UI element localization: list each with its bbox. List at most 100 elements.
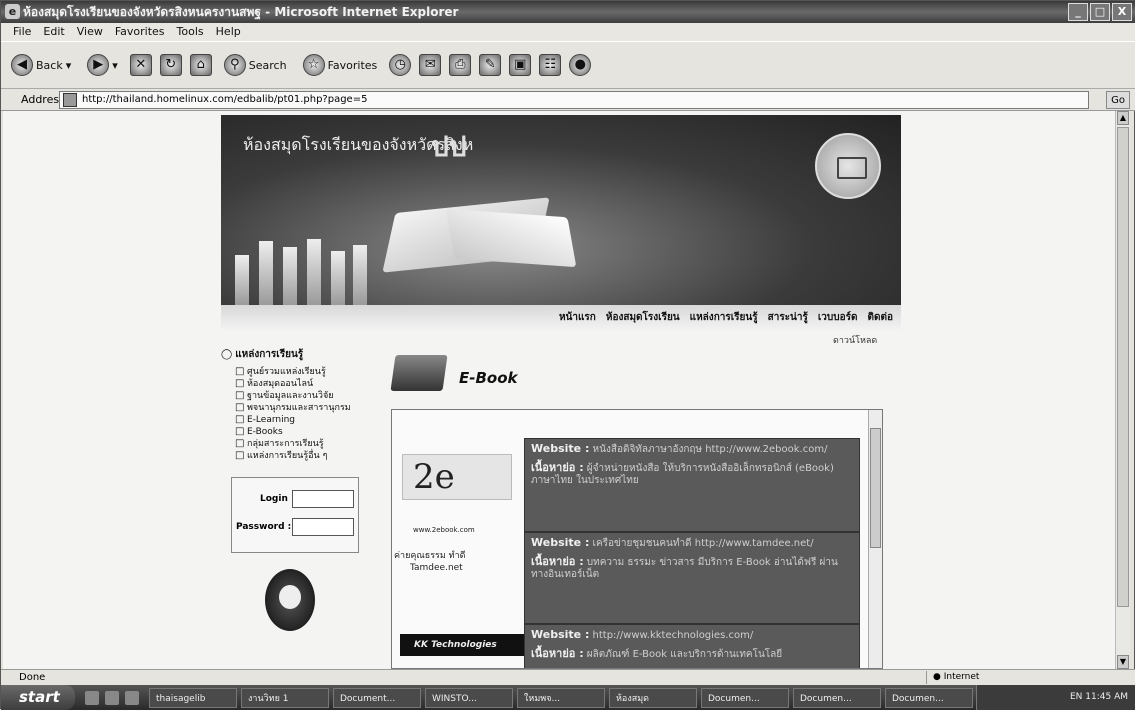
search-label: Search xyxy=(248,58,287,72)
website-label: Website : xyxy=(531,442,590,455)
globe-icon: ◯ xyxy=(221,349,233,360)
scroll-up-icon[interactable]: ▲ xyxy=(1117,111,1129,125)
print-icon[interactable]: ⎙ xyxy=(449,54,472,76)
back-dropdown-icon[interactable]: ▾ xyxy=(66,59,72,72)
page-scroll-thumb[interactable] xyxy=(1117,127,1129,607)
sidebar-item[interactable]: ศูนย์รวมแหล่งเรียนรู้ xyxy=(221,366,371,378)
sidebar-heading: ◯ แหล่งการเรียนรู้ xyxy=(221,347,371,362)
nav-contact[interactable]: ติดต่อ xyxy=(868,305,894,331)
menu-view[interactable]: View xyxy=(77,23,103,41)
tamdee-logo[interactable]: ค่ายคุณธรรม ทำดี Tamdee.net xyxy=(394,550,466,574)
quick-launch-media-icon[interactable] xyxy=(125,690,139,705)
menu-help[interactable]: Help xyxy=(216,23,241,41)
quick-launch-ie-icon[interactable] xyxy=(85,690,99,705)
task-button[interactable]: ใหมพจ... xyxy=(517,687,605,708)
go-button[interactable]: Go xyxy=(1106,91,1130,109)
globe-zone-icon: ● xyxy=(933,672,944,682)
mail-icon[interactable]: ✉ xyxy=(419,54,442,76)
site-banner: ห้องสมุดโรงเรียนของจังหวัดรสิงห ปป xyxy=(221,115,901,305)
nav-knowledge[interactable]: สาระน่ารู้ xyxy=(768,305,808,331)
menu-bar: File Edit View Favorites Tools Help xyxy=(1,23,1135,41)
sidebar-item[interactable]: E-Learning xyxy=(221,414,371,426)
content-label: เนื้อหาย่อ : xyxy=(531,461,584,474)
home-icon[interactable]: ⌂ xyxy=(189,54,212,76)
nav-sub-link[interactable]: ดาวน์โหลด xyxy=(833,333,877,347)
pillars-graphic xyxy=(235,235,367,305)
maximize-button[interactable]: □ xyxy=(1090,3,1110,21)
tamdee-line-2: Tamdee.net xyxy=(410,563,463,573)
history-icon[interactable]: ◷ xyxy=(389,54,412,76)
page-scrollbar[interactable]: ▲ ▼ xyxy=(1115,111,1130,669)
scroll-down-icon[interactable]: ▼ xyxy=(1117,655,1129,669)
system-tray[interactable]: EN 11:45 AM xyxy=(976,685,1135,710)
research-icon[interactable]: ☷ xyxy=(539,54,562,76)
title-bar[interactable]: e ห้องสมุดโรงเรียนของจังหวัดรสิงหนครงานส… xyxy=(1,1,1135,23)
task-button[interactable]: Documen... xyxy=(885,687,973,708)
nav-home[interactable]: หน้าแรก xyxy=(559,305,596,331)
kk-logo[interactable]: KK Technologies xyxy=(400,634,526,656)
forward-button[interactable]: ▶ ▾ xyxy=(83,52,122,78)
window-title: ห้องสมุดโรงเรียนของจังหวัดรสิงหนครงานสพฐ… xyxy=(23,5,459,19)
back-button[interactable]: ◀ Back ▾ xyxy=(7,52,75,78)
login-box: Login : Password : xyxy=(231,477,359,553)
2ebook-logo[interactable]: 2e www.2ebook.com xyxy=(402,454,512,534)
login-input[interactable] xyxy=(292,490,354,508)
task-button[interactable]: ห้องสมุด xyxy=(609,687,697,708)
panel-scroll-thumb[interactable] xyxy=(870,428,881,548)
task-button[interactable]: thaisagelib xyxy=(149,687,237,708)
sidebar-item[interactable]: กลุ่มสาระการเรียนรู้ xyxy=(221,438,371,450)
website-label: Website : xyxy=(531,628,590,641)
website-label: Website : xyxy=(531,536,590,549)
nav-webboard[interactable]: เวบบอร์ด xyxy=(818,305,858,331)
favorites-label: Favorites xyxy=(327,58,378,72)
address-input[interactable]: http://thailand.homelinux.com/edbalib/pt… xyxy=(59,91,1089,109)
ebook-card: Website : เครือข่ายชุมชนคนทำดี http://ww… xyxy=(524,532,860,624)
favorites-button[interactable]: ☆ Favorites xyxy=(299,52,382,78)
website-link[interactable]: http://www.kktechnologies.com/ xyxy=(593,630,754,641)
edit-icon[interactable]: ✎ xyxy=(479,54,502,76)
sidebar-item[interactable]: แหล่งการเรียนรู้อื่น ๆ xyxy=(221,450,371,462)
ie-window: e ห้องสมุดโรงเรียนของจังหวัดรสิงหนครงานส… xyxy=(0,0,1135,710)
nav-learning-sources[interactable]: แหล่งการเรียนรู้ xyxy=(690,305,758,331)
school-seal-icon xyxy=(815,133,881,199)
menu-favorites[interactable]: Favorites xyxy=(115,23,165,41)
website-link[interactable]: เครือข่ายชุมชนคนทำดี http://www.tamdee.n… xyxy=(593,538,814,549)
sidebar: ◯ แหล่งการเรียนรู้ ศูนย์รวมแหล่งเรียนรู้… xyxy=(221,347,371,462)
nav-school-library[interactable]: ห้องสมุดโรงเรียน xyxy=(606,305,680,331)
sidebar-item[interactable]: E-Books xyxy=(221,426,371,438)
sidebar-item[interactable]: ฐานข้อมูลและงานวิจัย xyxy=(221,390,371,402)
search-icon: ⚲ xyxy=(223,54,246,76)
task-button[interactable]: Documen... xyxy=(701,687,789,708)
refresh-icon[interactable]: ↻ xyxy=(159,54,182,76)
close-button[interactable]: X xyxy=(1112,3,1132,21)
menu-edit[interactable]: Edit xyxy=(43,23,64,41)
menu-file[interactable]: File xyxy=(13,23,31,41)
search-button[interactable]: ⚲ Search xyxy=(220,52,291,78)
password-input[interactable] xyxy=(292,518,354,536)
stop-icon[interactable]: ✕ xyxy=(129,54,152,76)
task-button[interactable]: WINSTO... xyxy=(425,687,513,708)
panel-scrollbar[interactable] xyxy=(868,410,882,668)
page-viewport: ห้องสมุดโรงเรียนของจังหวัดรสิงห ปป หน้าแ… xyxy=(3,111,1117,669)
ie-logo-icon: e xyxy=(5,4,20,19)
minimize-button[interactable]: _ xyxy=(1068,3,1088,21)
discuss-icon[interactable]: ▣ xyxy=(509,54,532,76)
quick-launch-desktop-icon[interactable] xyxy=(105,690,119,705)
status-bar: Done ● Internet xyxy=(1,669,1135,685)
forward-dropdown-icon[interactable]: ▾ xyxy=(112,59,118,72)
sidebar-item[interactable]: พจนานุกรมและสารานุกรม xyxy=(221,402,371,414)
page-icon xyxy=(63,93,77,107)
ebook-title: E-Book xyxy=(459,369,518,387)
start-button[interactable]: start xyxy=(1,685,75,710)
content-label: เนื้อหาย่อ : xyxy=(531,555,584,568)
task-button[interactable]: งานวิทย 1 xyxy=(241,687,329,708)
sidebar-heading-label: แหล่งการเรียนรู้ xyxy=(235,349,304,360)
menu-tools[interactable]: Tools xyxy=(177,23,204,41)
messenger-icon[interactable]: ● xyxy=(569,54,592,76)
taskbar: start thaisagelib งานวิทย 1 Document... … xyxy=(1,685,1135,710)
website-link[interactable]: หนังสือดิจิทัลภาษาอังกฤษ http://www.2ebo… xyxy=(593,444,828,455)
sidebar-item[interactable]: ห้องสมุดออนไลน์ xyxy=(221,378,371,390)
forward-arrow-icon: ▶ xyxy=(87,54,110,76)
task-button[interactable]: Documen... xyxy=(793,687,881,708)
task-button[interactable]: Document... xyxy=(333,687,421,708)
